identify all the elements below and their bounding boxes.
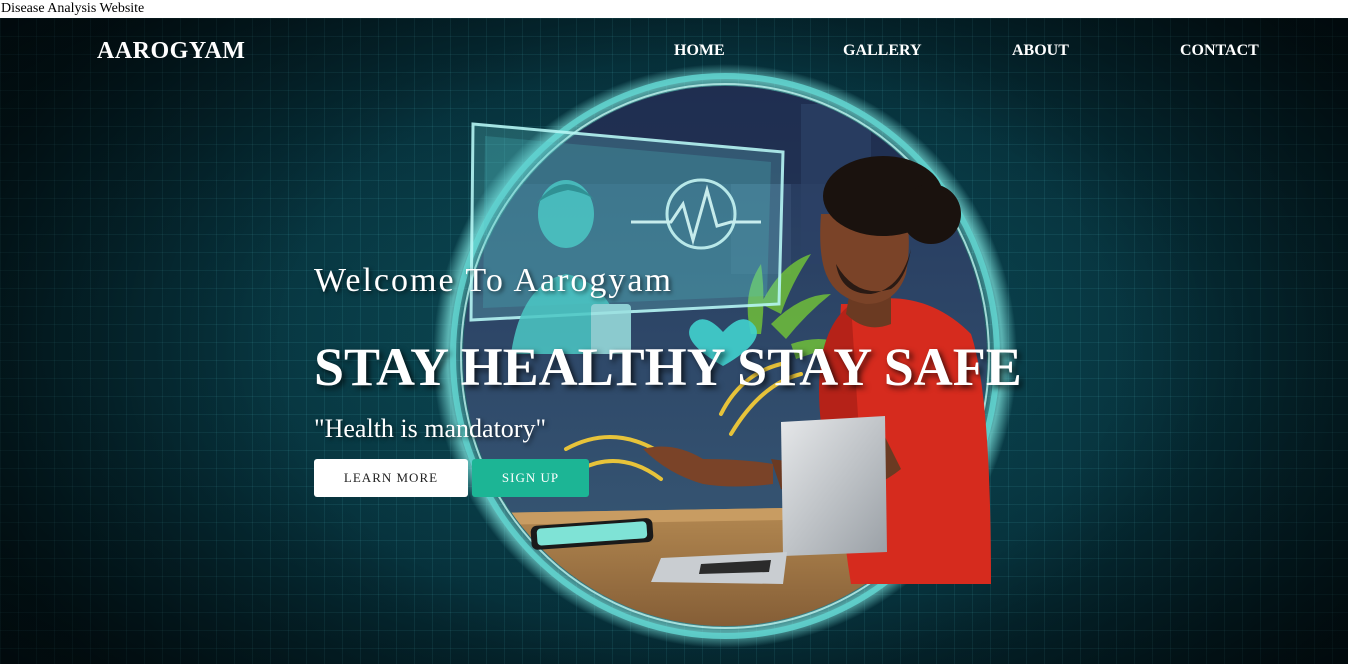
welcome-heading: Welcome To Aarogyam [314,262,673,299]
learn-more-button[interactable]: LEARN MORE [314,459,468,497]
nav-link-home[interactable]: HOME [674,42,725,60]
brand-logo[interactable]: AAROGYAM [97,38,245,65]
navbar: AAROGYAM HOME GALLERY ABOUT CONTACT [0,18,1348,82]
sign-up-button[interactable]: SIGN UP [472,459,589,497]
hero-tagline: "Health is mandatory" [314,414,547,443]
hero-headline: STAY HEALTHY STAY SAFE [314,337,1022,397]
nav-link-gallery[interactable]: GALLERY [843,42,922,60]
hero-section: AAROGYAM HOME GALLERY ABOUT CONTACT Welc… [0,18,1348,664]
nav-link-about[interactable]: ABOUT [1012,42,1069,60]
nav-link-contact[interactable]: CONTACT [1180,42,1259,60]
document-title: Disease Analysis Website [0,0,1348,18]
